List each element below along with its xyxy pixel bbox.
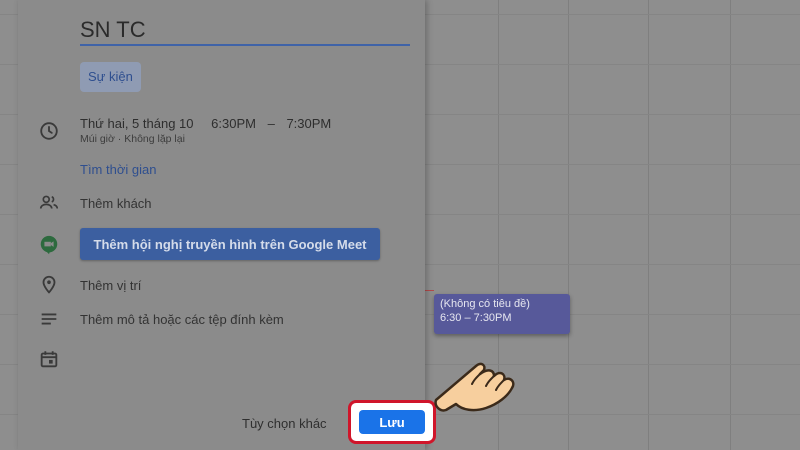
event-editor-dialog: Sự kiện Thứ hai, 5 tháng 10 6:30PM – 7:3… <box>18 0 436 450</box>
add-google-meet-button[interactable]: Thêm hội nghị truyền hình trên Google Me… <box>80 228 380 260</box>
google-meet-icon <box>38 234 60 256</box>
time-separator: – <box>267 116 275 131</box>
event-title-input[interactable] <box>80 16 410 46</box>
grid-line <box>568 0 569 450</box>
location-pin-icon <box>38 274 60 296</box>
timezone-repeat-link[interactable]: Múi giờ · Không lặp lại <box>80 133 185 145</box>
add-location-field[interactable]: Thêm vị trí <box>80 278 141 293</box>
grid-line <box>648 0 649 450</box>
current-time-indicator <box>424 290 434 291</box>
event-date[interactable]: Thứ hai, 5 tháng 10 <box>80 116 194 131</box>
people-icon <box>38 192 60 214</box>
save-button[interactable]: Lưu <box>359 410 425 434</box>
more-options-button[interactable]: Tùy chọn khác <box>242 416 327 431</box>
event-chip-time: 6:30 – 7:30PM <box>440 312 512 324</box>
event-datetime[interactable]: Thứ hai, 5 tháng 10 6:30PM – 7:30PM <box>80 116 345 131</box>
add-description-field[interactable]: Thêm mô tả hoặc các tệp đính kèm <box>80 312 284 327</box>
grid-line <box>730 0 731 450</box>
find-time-link[interactable]: Tìm thời gian <box>80 162 156 177</box>
event-start-time[interactable]: 6:30PM <box>211 116 256 131</box>
save-button-highlight: Lưu <box>348 400 436 444</box>
clock-icon <box>38 120 60 142</box>
calendar-event-chip[interactable]: (Không có tiêu đề) 6:30 – 7:30PM <box>434 294 570 334</box>
event-chip-title: (Không có tiêu đề) <box>440 298 530 310</box>
add-guests-field[interactable]: Thêm khách <box>80 196 152 211</box>
tab-event[interactable]: Sự kiện <box>80 62 141 92</box>
event-end-time[interactable]: 7:30PM <box>286 116 331 131</box>
pointing-hand-icon <box>432 340 522 412</box>
description-icon <box>38 308 60 330</box>
calendar-icon <box>38 348 60 370</box>
